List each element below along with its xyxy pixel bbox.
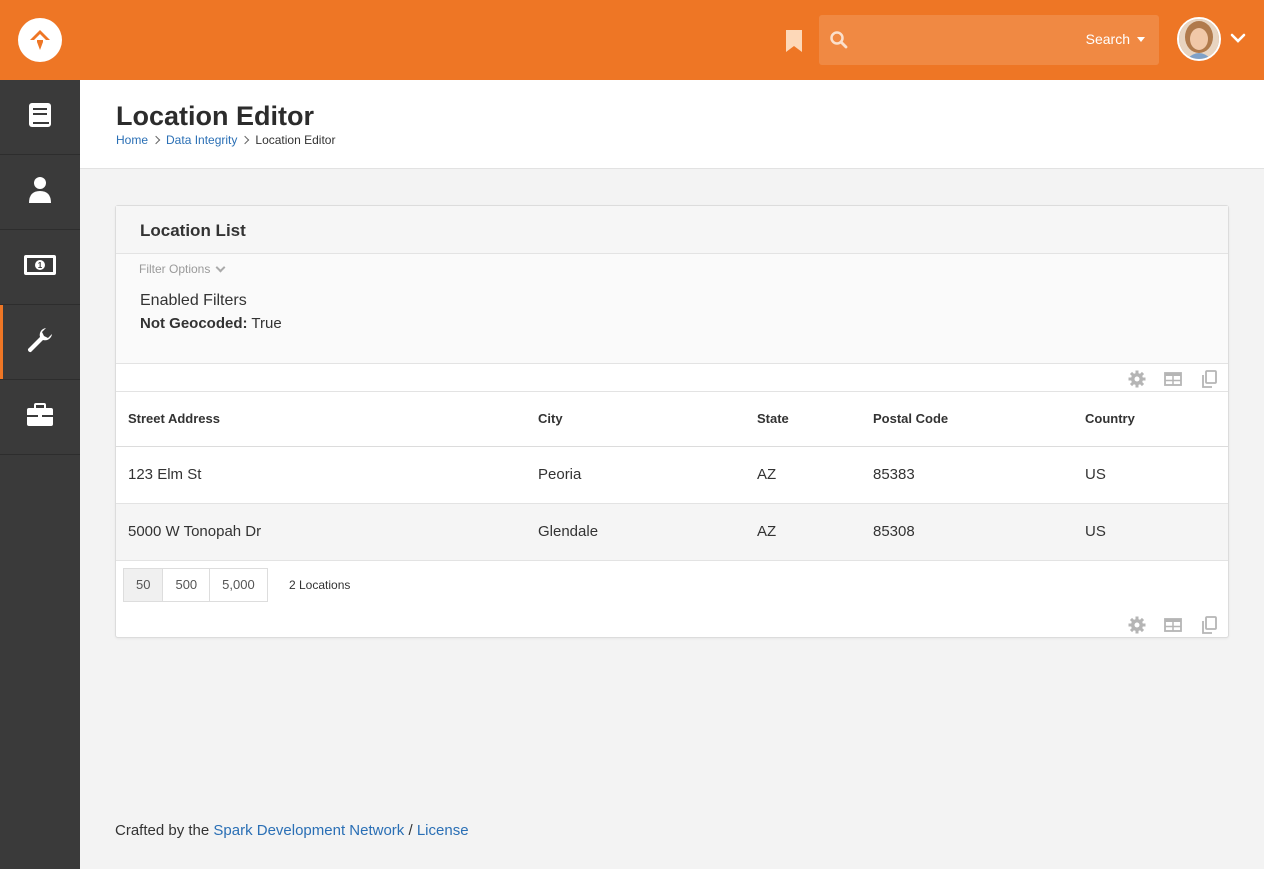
briefcase-icon: [26, 402, 54, 432]
search-input[interactable]: [859, 25, 1079, 55]
gear-icon[interactable]: [1128, 616, 1146, 634]
person-icon: [28, 176, 52, 209]
cell-city: Peoria: [526, 446, 745, 504]
col-country[interactable]: Country: [1073, 392, 1228, 447]
sidebar-item-admin-tools[interactable]: [0, 305, 80, 380]
table-row[interactable]: 5000 W Tonopah Dr Glendale AZ 85308 US: [116, 503, 1228, 561]
cell-city: Glendale: [526, 503, 745, 561]
cell-postal-code: 85308: [861, 503, 1073, 561]
gear-icon[interactable]: [1128, 370, 1146, 388]
panel-heading: Location List: [116, 206, 1228, 254]
page-header: Location Editor Home Data Integrity Loca…: [80, 80, 1264, 169]
table-row[interactable]: 123 Elm St Peoria AZ 85383 US: [116, 446, 1228, 504]
page-size-500[interactable]: 500: [162, 568, 211, 602]
grid-actions-bottom: [116, 610, 1228, 638]
breadcrumb-data-integrity[interactable]: Data Integrity: [166, 133, 237, 147]
filter-value: True: [251, 315, 282, 332]
col-street-address[interactable]: Street Address: [116, 392, 526, 447]
chevron-down-icon: [215, 262, 226, 272]
enabled-filter: Not Geocoded: True: [140, 315, 282, 332]
filter-options-label: Filter Options: [139, 262, 211, 276]
breadcrumb: Home Data Integrity Location Editor: [116, 133, 335, 147]
cell-state: AZ: [745, 503, 861, 561]
footer-separator: /: [408, 822, 413, 839]
cell-country: US: [1073, 446, 1228, 504]
search-icon: [829, 30, 849, 50]
copy-icon[interactable]: [1200, 370, 1218, 388]
search-type-dropdown[interactable]: Search: [1086, 31, 1145, 47]
cell-postal-code: 85383: [861, 446, 1073, 504]
page-title: Location Editor: [116, 101, 314, 131]
svg-text:1: 1: [38, 261, 43, 270]
col-city[interactable]: City: [526, 392, 745, 447]
avatar[interactable]: [1177, 17, 1221, 61]
license-link[interactable]: License: [417, 822, 469, 839]
page-size-50[interactable]: 50: [123, 568, 164, 602]
cell-state: AZ: [745, 446, 861, 504]
book-icon: [28, 102, 52, 133]
spark-link[interactable]: Spark Development Network: [213, 822, 404, 839]
record-count: 2 Locations: [289, 578, 351, 592]
footer: Crafted by the Spark Development Network…: [115, 822, 469, 839]
panel-title: Location List: [140, 221, 246, 240]
enabled-filters-title: Enabled Filters: [140, 292, 247, 309]
money-icon: 1: [23, 254, 57, 281]
page-size-selector: 50 500 5,000: [123, 568, 268, 602]
col-postal-code[interactable]: Postal Code: [861, 392, 1073, 447]
filter-label: Not Geocoded:: [140, 315, 248, 332]
chevron-down-icon[interactable]: [1230, 32, 1246, 44]
grid-actions-top: [116, 364, 1228, 392]
sidebar-item-briefcase[interactable]: [0, 380, 80, 455]
cell-street-address: 123 Elm St: [116, 446, 526, 504]
rock-logo-icon[interactable]: [18, 18, 62, 62]
cell-country: US: [1073, 503, 1228, 561]
table-header-row: Street Address City State Postal Code Co…: [116, 392, 1228, 447]
breadcrumb-current: Location Editor: [255, 133, 336, 147]
top-bar: Search: [0, 0, 1264, 80]
search-bar: Search: [819, 15, 1159, 65]
caret-down-icon: [1137, 36, 1145, 42]
breadcrumb-home[interactable]: Home: [116, 133, 148, 147]
chevron-right-icon: [151, 135, 161, 145]
copy-icon[interactable]: [1200, 616, 1218, 634]
table-export-icon[interactable]: [1164, 370, 1182, 388]
page-size-5000[interactable]: 5,000: [209, 568, 268, 602]
wrench-icon: [26, 326, 54, 359]
col-state[interactable]: State: [745, 392, 861, 447]
filter-area: Filter Options Enabled Filters Not Geoco…: [116, 254, 1228, 364]
bookmark-icon[interactable]: [785, 30, 803, 52]
sidebar: 1: [0, 80, 80, 869]
location-list-panel: Location List Filter Options Enabled Fil…: [115, 205, 1229, 638]
chevron-right-icon: [241, 135, 250, 145]
footer-prefix: Crafted by the: [115, 822, 210, 839]
filter-options-toggle[interactable]: Filter Options: [139, 262, 226, 276]
search-type-label: Search: [1085, 31, 1130, 47]
table-export-icon[interactable]: [1164, 616, 1182, 634]
sidebar-item-people[interactable]: [0, 155, 80, 230]
cell-street-address: 5000 W Tonopah Dr: [116, 503, 526, 561]
sidebar-item-tools[interactable]: [0, 80, 80, 155]
sidebar-item-finance[interactable]: 1: [0, 230, 80, 305]
location-grid: Street Address City State Postal Code Co…: [116, 392, 1228, 561]
